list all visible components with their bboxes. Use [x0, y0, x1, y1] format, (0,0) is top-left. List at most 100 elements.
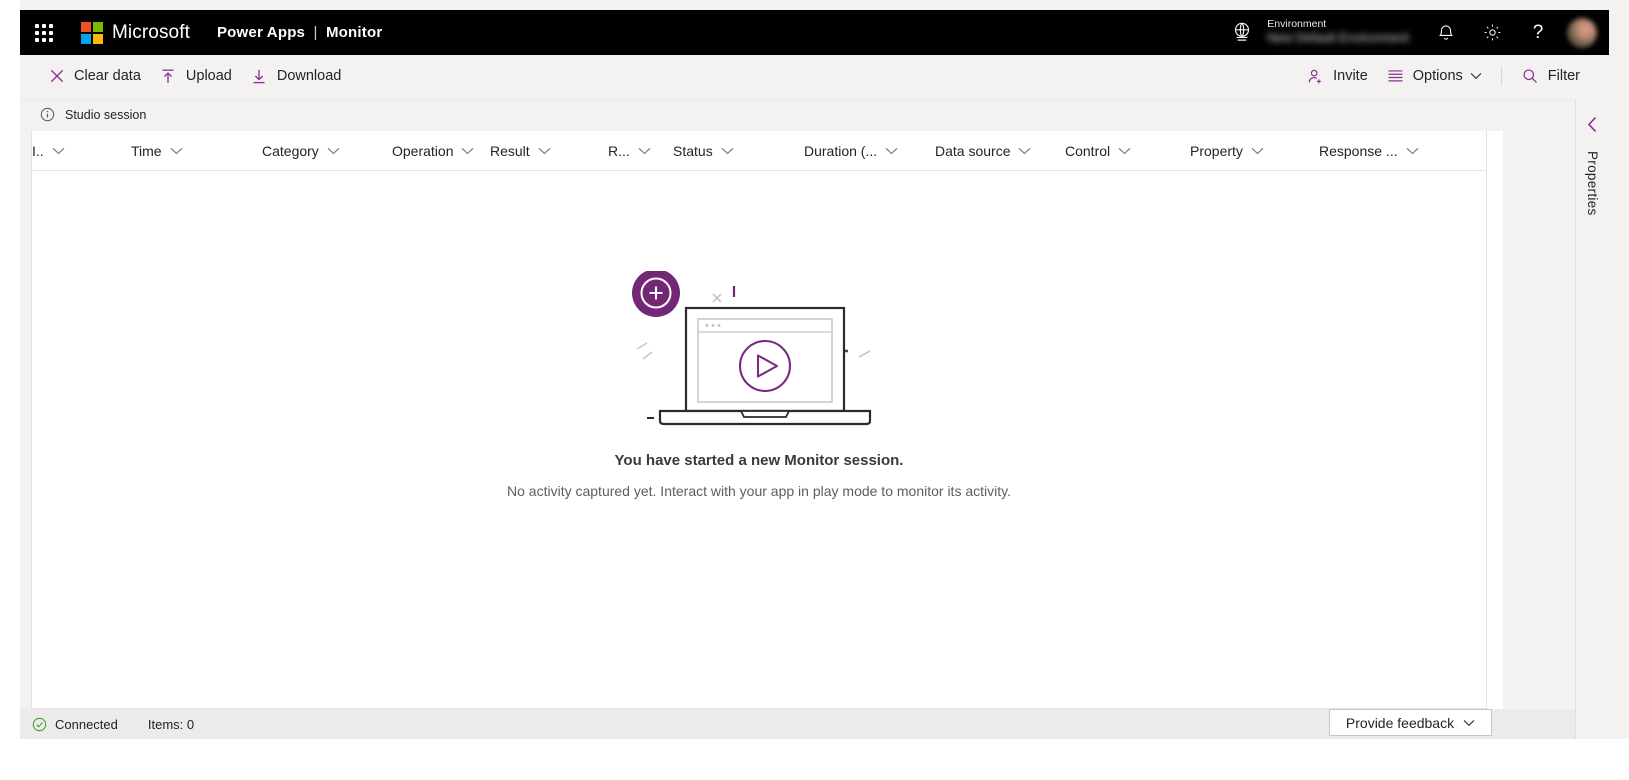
message-bar: Studio session ✕	[20, 100, 1609, 128]
grid-column-header[interactable]: Control	[1065, 131, 1190, 171]
notifications-bell-icon[interactable]	[1423, 10, 1469, 55]
search-icon	[1521, 67, 1540, 86]
header-right-cluster: Environment New Default Environment ?	[1229, 10, 1609, 55]
window-bottom-margin	[0, 739, 1629, 780]
top-header-bar: Microsoft Power Apps | Monitor Environme…	[20, 10, 1609, 55]
grid-column-header[interactable]: Data source	[935, 131, 1065, 171]
grid-column-label: Category	[262, 142, 319, 159]
product-name: Power Apps	[216, 24, 306, 41]
monitor-app-window: Microsoft Power Apps | Monitor Environme…	[0, 0, 1629, 780]
settings-gear-icon[interactable]	[1469, 10, 1515, 55]
environment-value: New Default Environment	[1267, 31, 1409, 46]
chevron-down-icon	[1406, 147, 1419, 155]
grid-column-label: Status	[673, 142, 713, 159]
app-launcher-icon[interactable]	[24, 23, 64, 42]
upload-button[interactable]: Upload	[150, 60, 241, 92]
grid-column-label: Data source	[935, 142, 1011, 159]
add-person-icon	[1306, 67, 1325, 86]
grid-column-label: Response ...	[1319, 142, 1398, 159]
chevron-down-icon	[461, 147, 474, 155]
grid-column-header[interactable]: R...	[608, 131, 673, 171]
command-toolbar-right: Invite Options Filter	[1297, 60, 1609, 92]
chevron-down-icon	[170, 147, 183, 155]
empty-state-subtitle: No activity captured yet. Interact with …	[507, 483, 1011, 499]
microsoft-wordmark: Microsoft	[112, 21, 190, 43]
grid-column-header[interactable]: Time	[131, 131, 262, 171]
filter-button[interactable]: Filter	[1512, 60, 1589, 92]
clear-data-button[interactable]: Clear data	[38, 60, 150, 92]
grid-column-header[interactable]: Property	[1190, 131, 1319, 171]
chevron-down-icon	[1018, 147, 1031, 155]
chevron-down-icon	[1251, 147, 1264, 155]
chevron-down-icon	[721, 147, 734, 155]
globe-icon	[1229, 19, 1255, 45]
grid-column-label: I..	[32, 142, 44, 159]
grid-column-label: Control	[1065, 142, 1111, 159]
items-count: Items: 0	[148, 717, 194, 732]
events-grid: I.. Time Category Operation Result R... Status…	[31, 131, 1487, 709]
title-separator: |	[313, 24, 318, 41]
options-label: Options	[1412, 68, 1463, 84]
chevron-down-icon	[327, 147, 340, 155]
grid-column-header[interactable]: Operation	[392, 131, 490, 171]
grid-column-label: R...	[608, 142, 630, 159]
filter-label: Filter	[1547, 68, 1580, 84]
chevron-down-icon	[1463, 719, 1475, 727]
help-icon[interactable]: ?	[1515, 10, 1561, 55]
grid-column-header[interactable]: Category	[262, 131, 392, 171]
grid-column-header[interactable]: Response ...	[1319, 131, 1449, 171]
properties-panel-label: Properties	[1585, 151, 1600, 216]
properties-panel-rail[interactable]: Properties	[1575, 100, 1609, 739]
info-icon	[40, 107, 55, 122]
command-toolbar: Clear data Upload Download Invite Option…	[20, 55, 1609, 97]
chevron-down-icon	[1118, 147, 1131, 155]
grid-column-header[interactable]: Status	[673, 131, 804, 171]
grid-column-label: Duration (...	[804, 142, 878, 159]
grid-column-label: Property	[1190, 142, 1243, 159]
close-icon	[47, 67, 66, 86]
grid-column-header[interactable]: Result	[490, 131, 608, 171]
empty-state-title: You have started a new Monitor session.	[614, 452, 904, 469]
chevron-down-icon	[1470, 72, 1482, 80]
chevron-down-icon	[885, 147, 898, 155]
grid-column-header[interactable]: Duration (...	[804, 131, 935, 171]
chevron-down-icon	[638, 147, 651, 155]
upload-icon	[159, 67, 178, 86]
upload-label: Upload	[185, 68, 232, 84]
check-circle-icon	[32, 717, 47, 732]
provide-feedback-label: Provide feedback	[1345, 714, 1455, 731]
page-name: Monitor	[325, 24, 383, 41]
options-list-icon	[1386, 67, 1405, 86]
empty-state: You have started a new Monitor session. …	[32, 269, 1486, 499]
invite-button[interactable]: Invite	[1297, 60, 1377, 92]
toolbar-divider	[1500, 66, 1502, 86]
environment-picker[interactable]: Environment New Default Environment	[1229, 19, 1409, 45]
download-label: Download	[276, 68, 342, 84]
empty-state-illustration	[629, 269, 889, 436]
options-button[interactable]: Options	[1377, 60, 1491, 92]
grid-column-headers: I.. Time Category Operation Result R... Status…	[32, 131, 1486, 171]
connection-status-label: Connected	[55, 716, 118, 732]
connection-status: Connected	[32, 717, 118, 732]
grid-column-header[interactable]: I..	[32, 131, 131, 171]
provide-feedback-button[interactable]: Provide feedback	[1329, 709, 1492, 736]
microsoft-logo[interactable]: Microsoft	[81, 21, 190, 44]
grid-column-label: Result	[490, 142, 530, 159]
items-count-label: Items: 0	[147, 716, 195, 732]
chevron-left-icon[interactable]	[1586, 116, 1599, 133]
clear-data-label: Clear data	[74, 68, 141, 84]
environment-label: Environment	[1267, 18, 1327, 31]
microsoft-logo-squares	[81, 21, 103, 44]
download-button[interactable]: Download	[241, 60, 351, 92]
invite-label: Invite	[1333, 68, 1368, 84]
download-icon	[250, 67, 269, 86]
grid-column-label: Time	[131, 142, 162, 159]
grid-right-gutter	[1487, 131, 1503, 709]
grid-column-label: Operation	[392, 142, 454, 159]
page-title[interactable]: Power Apps | Monitor	[217, 24, 382, 41]
window-left-margin	[0, 0, 20, 780]
avatar[interactable]	[1567, 17, 1597, 48]
help-question-mark: ?	[1532, 21, 1544, 43]
message-bar-text: Studio session	[65, 107, 147, 122]
chevron-down-icon	[52, 147, 65, 155]
